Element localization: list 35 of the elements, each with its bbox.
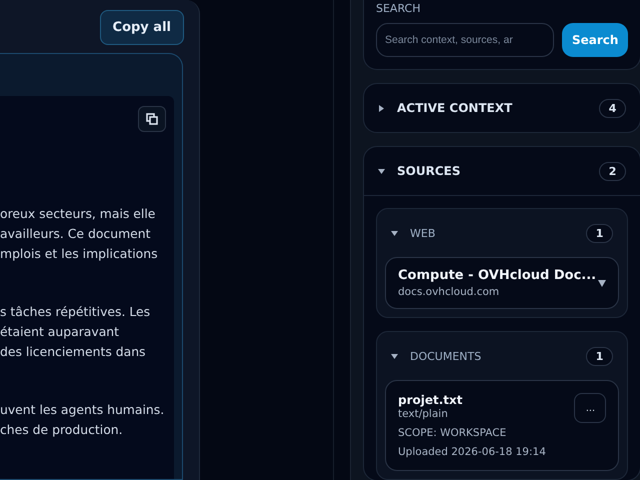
group-header[interactable]: DOCUMENTS 1	[385, 332, 620, 380]
copy-button[interactable]	[138, 106, 166, 132]
search-label: SEARCH	[376, 2, 422, 15]
text-line: ches de production.	[0, 421, 124, 439]
text-line: s tâches répétitives. Les	[0, 303, 152, 321]
section-title: ACTIVE CONTEXT	[397, 101, 514, 115]
document-name: projet.txt	[398, 393, 464, 407]
count-badge: 1	[586, 224, 614, 242]
text-line: des licenciements dans	[0, 343, 146, 361]
text-line: étaient auparavant	[0, 323, 120, 341]
copy-icon	[146, 113, 158, 125]
group-header[interactable]: WEB 1	[385, 209, 620, 257]
section-header[interactable]: SOURCES 2	[364, 147, 640, 196]
text-line: oreux secteurs, mais elle	[0, 205, 156, 223]
count-badge: 4	[598, 98, 626, 118]
text-line: mplois et les implications	[0, 245, 159, 263]
search-button[interactable]: Search	[562, 23, 628, 57]
source-url: docs.ovhcloud.com	[398, 286, 500, 298]
source-card[interactable]: Compute - OVHcloud Doc... docs.ovhcloud.com	[385, 257, 620, 309]
document-scope: SCOPE: WORKSPACE	[398, 427, 508, 439]
text-line: uvent les agents humains.	[0, 401, 166, 419]
section-title: SOURCES	[397, 164, 462, 178]
section-header[interactable]: ACTIVE CONTEXT 4	[364, 84, 640, 132]
search-field[interactable]: Search context, sources, ar	[376, 23, 554, 57]
copy-all-button[interactable]: Copy all	[100, 10, 184, 45]
text-line: availleurs. Ce document	[0, 225, 152, 243]
document-type: text/plain	[398, 408, 449, 420]
dropdown-icon[interactable]	[598, 280, 606, 286]
more-button[interactable]: ...	[574, 393, 606, 423]
group-title: DOCUMENTS	[410, 350, 482, 362]
count-badge: 2	[598, 162, 626, 180]
count-badge: 1	[586, 346, 614, 366]
upload-date: Uploaded 2026-06-18 19:14	[398, 446, 547, 458]
source-title: Compute - OVHcloud Doc...	[398, 268, 598, 283]
group-title: WEB	[410, 226, 436, 240]
